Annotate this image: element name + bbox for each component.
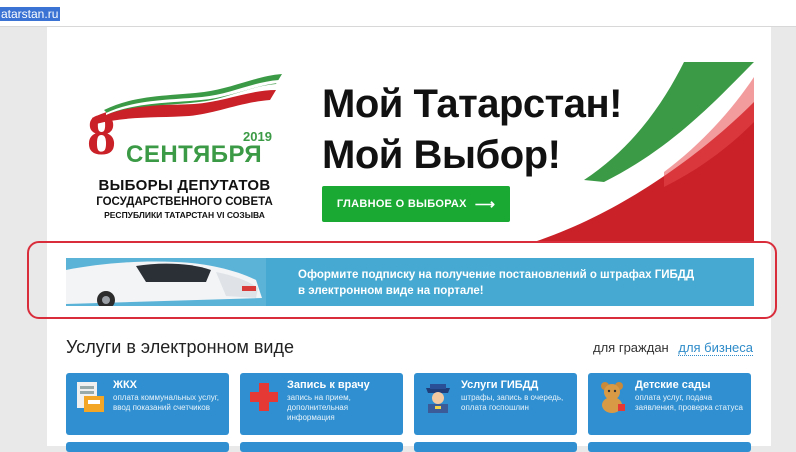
police-officer-icon <box>426 384 450 413</box>
meter-icon <box>77 382 104 412</box>
date-number: 8 <box>87 102 116 167</box>
service-tile-kindergarten[interactable]: Детские сады оплата услуг, подача заявле… <box>588 373 751 435</box>
headline-line1: Мой Татарстан! <box>322 82 622 126</box>
service-tile-row2[interactable] <box>240 442 403 452</box>
headline-line2: Мой Выбор! <box>322 133 561 177</box>
elections-info-button-label: ГЛАВНОЕ О ВЫБОРАХ <box>336 198 467 210</box>
service-tile-doctor[interactable]: Запись к врачу запись на прием, дополнит… <box>240 373 403 435</box>
service-tile-gibdd[interactable]: Услуги ГИБДД штрафы, запись в очередь, о… <box>414 373 577 435</box>
medical-cross-icon <box>250 383 278 411</box>
address-bar[interactable]: atarstan.ru <box>0 0 796 27</box>
elections-info-button[interactable]: ГЛАВНОЕ О ВЫБОРАХ ⟶ <box>322 186 510 222</box>
service-tile-desc: штрафы, запись в очередь, оплата госпошл… <box>461 393 564 412</box>
services-heading: Услуги в электронном виде <box>66 337 294 357</box>
service-tile-desc: оплата коммунальных услуг, ввод показани… <box>113 393 219 412</box>
service-tile-title: Запись к врачу <box>287 379 370 391</box>
url-text[interactable]: atarstan.ru <box>0 7 61 21</box>
teddy-bear-icon <box>601 382 625 413</box>
service-tile-title: Детские сады <box>635 379 711 391</box>
audience-tabs: для граждан для бизнеса <box>593 340 753 356</box>
elections-title-line2: ГОСУДАРСТВЕННОГО СОВЕТА <box>96 196 273 208</box>
tab-citizens[interactable]: для граждан <box>593 340 669 355</box>
elections-banner[interactable]: 8 2019 СЕНТЯБРЯ ВЫБОРЫ ДЕПУТАТОВ ГОСУДАР… <box>64 62 754 242</box>
red-highlight-frame <box>27 241 777 319</box>
elections-title-line1: ВЫБОРЫ ДЕПУТАТОВ <box>98 177 271 194</box>
tab-business[interactable]: для бизнеса <box>678 340 753 356</box>
service-tile-housing[interactable]: ЖКХ оплата коммунальных услуг, ввод пока… <box>66 373 229 435</box>
service-tile-desc: запись на прием, дополнительная информац… <box>287 393 351 422</box>
elections-title-line3: РЕСПУБЛИКИ ТАТАРСТАН VI СОЗЫВА <box>104 210 265 220</box>
service-tile-row2[interactable] <box>66 442 229 452</box>
service-tile-row2[interactable] <box>414 442 577 452</box>
service-tile-title: Услуги ГИБДД <box>461 379 539 391</box>
service-tile-title: ЖКХ <box>113 379 137 391</box>
service-tile-row2[interactable] <box>588 442 751 452</box>
service-tile-desc: оплата услуг, подача заявления, проверка… <box>635 393 743 412</box>
arrow-right-icon: ⟶ <box>474 195 496 212</box>
month-label: СЕНТЯБРЯ <box>126 141 263 168</box>
